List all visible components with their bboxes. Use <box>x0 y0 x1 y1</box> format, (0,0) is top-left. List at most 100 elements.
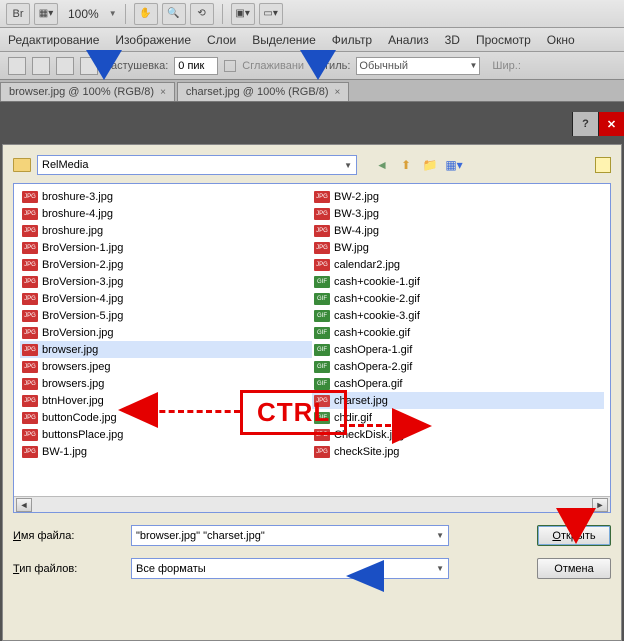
menu-image[interactable]: Изображение <box>115 33 191 47</box>
file-item[interactable]: GIFcash+cookie-1.gif <box>312 273 604 290</box>
file-item[interactable]: JPGCheckDisk.jpg <box>312 426 604 443</box>
menu-select[interactable]: Выделение <box>252 33 316 47</box>
filetype-select[interactable]: Все форматы▼ <box>131 558 449 579</box>
file-name: BW-2.jpg <box>334 191 379 203</box>
jpg-file-icon: JPG <box>22 225 38 237</box>
close-dialog-button[interactable]: ✕ <box>598 112 624 136</box>
file-item[interactable]: JPG BroVersion-2.jpg <box>20 256 312 273</box>
file-name: cash+cookie.gif <box>334 327 410 339</box>
view-menu-icon[interactable]: ▦▾ <box>445 156 463 174</box>
annotation-arrow-icon <box>556 508 596 544</box>
file-name: broshure-4.jpg <box>42 208 113 220</box>
annotation-arrow-icon <box>392 408 432 444</box>
file-item[interactable]: JPGBroVersion-5.jpg <box>20 307 312 324</box>
preview-toggle-icon[interactable] <box>595 157 611 173</box>
canvas-area: ? ✕ <box>0 102 624 144</box>
jpg-file-icon: JPG <box>22 293 38 305</box>
file-item[interactable]: JPGBW.jpg <box>312 239 604 256</box>
doc-tab-browser[interactable]: browser.jpg @ 100% (RGB/8) × <box>0 82 175 101</box>
folder-icon <box>13 158 31 172</box>
look-in-select[interactable]: RelMedia ▼ <box>37 155 357 175</box>
jpg-file-icon: JPG <box>22 310 38 322</box>
file-name: BroVersion-1.jpg <box>42 242 123 254</box>
jpg-file-icon: JPG <box>314 208 330 220</box>
file-item[interactable]: JPG broshure.jpg <box>20 222 312 239</box>
file-item[interactable]: JPGbroshure-4.jpg <box>20 205 312 222</box>
menu-view[interactable]: Просмотр <box>476 33 531 47</box>
file-item[interactable]: JPGcharset.jpg <box>312 392 604 409</box>
cancel-button[interactable]: Отмена <box>537 558 611 579</box>
arrange-button[interactable]: ▣▾ <box>231 3 255 25</box>
file-item[interactable]: JPGbrowsers.jpeg <box>20 358 312 375</box>
menu-edit[interactable]: Редактирование <box>8 33 99 47</box>
jpg-file-icon: JPG <box>22 412 38 424</box>
file-item[interactable]: GIFcashOpera-1.gif <box>312 341 604 358</box>
file-item[interactable]: GIFcash+cookie.gif <box>312 324 604 341</box>
jpg-file-icon: JPG <box>314 259 330 271</box>
feather-input[interactable] <box>174 57 218 75</box>
hand-tool-icon[interactable]: ✋ <box>134 3 158 25</box>
app-toolbar: Br ▦▾ 100% ▼ ✋ 🔍 ⟲ ▣▾ ▭▾ <box>0 0 624 28</box>
file-name: BroVersion-2.jpg <box>42 259 123 271</box>
style-select[interactable]: Обычный▼ <box>356 57 480 75</box>
help-button[interactable]: ? <box>572 112 598 136</box>
jpg-file-icon: JPG <box>22 395 38 407</box>
file-item[interactable]: JPGcheckSite.jpg <box>312 443 604 460</box>
file-name: broshure.jpg <box>42 225 103 237</box>
menu-layers[interactable]: Слои <box>207 33 236 47</box>
file-name: checkSite.jpg <box>334 446 399 458</box>
back-icon[interactable]: ◄ <box>373 156 391 174</box>
selection-new-icon[interactable] <box>8 57 26 75</box>
file-item[interactable]: JPGBW-3.jpg <box>312 205 604 222</box>
file-item[interactable]: JPGBW-4.jpg <box>312 222 604 239</box>
file-item[interactable]: JPG BW-2.jpg <box>312 188 604 205</box>
file-item[interactable]: JPGBroVersion-4.jpg <box>20 290 312 307</box>
jpg-file-icon: JPG <box>314 225 330 237</box>
bridge-button[interactable]: Br <box>6 3 30 25</box>
doc-tab-charset[interactable]: charset.jpg @ 100% (RGB/8) × <box>177 82 349 101</box>
file-name: calendar2.jpg <box>334 259 400 271</box>
file-item[interactable]: JPG calendar2.jpg <box>312 256 604 273</box>
zoom-tool-icon[interactable]: 🔍 <box>162 3 186 25</box>
menu-window[interactable]: Окно <box>547 33 575 47</box>
layout-button[interactable]: ▦▾ <box>34 3 58 25</box>
menu-bar: Редактирование Изображение Слои Выделени… <box>0 28 624 52</box>
selection-add-icon[interactable] <box>32 57 50 75</box>
antialias-checkbox[interactable] <box>224 60 236 72</box>
annotation-arrow-icon <box>86 50 122 80</box>
file-name: broshure-3.jpg <box>42 191 113 203</box>
close-icon[interactable]: × <box>335 87 341 98</box>
file-item[interactable]: GIFcashOpera.gif <box>312 375 604 392</box>
menu-filter[interactable]: Фильтр <box>332 33 372 47</box>
jpg-file-icon: JPG <box>22 242 38 254</box>
file-item[interactable]: JPGBW-1.jpg <box>20 443 312 460</box>
rotate-tool-icon[interactable]: ⟲ <box>190 3 214 25</box>
jpg-file-icon: JPG <box>22 259 38 271</box>
jpg-file-icon: JPG <box>314 242 330 254</box>
file-item[interactable]: GIFcash+cookie-3.gif <box>312 307 604 324</box>
file-name: browser.jpg <box>42 344 98 356</box>
zoom-level[interactable]: 100% <box>62 7 105 21</box>
up-icon[interactable]: ⬆ <box>397 156 415 174</box>
file-item[interactable]: JPG BroVersion-1.jpg <box>20 239 312 256</box>
screen-mode-button[interactable]: ▭▾ <box>259 3 283 25</box>
file-item[interactable]: JPGbrowser.jpg <box>20 341 312 358</box>
menu-3d[interactable]: 3D <box>445 33 460 47</box>
jpg-file-icon: JPG <box>314 191 330 203</box>
file-item[interactable]: JPGbroshure-3.jpg <box>20 188 312 205</box>
scroll-left-button[interactable]: ◄ <box>16 498 32 512</box>
file-name: btnHover.jpg <box>42 395 104 407</box>
annotation-dash-line <box>340 424 400 427</box>
close-icon[interactable]: × <box>160 87 166 98</box>
file-item[interactable]: GIFcashOpera-2.gif <box>312 358 604 375</box>
selection-sub-icon[interactable] <box>56 57 74 75</box>
file-item[interactable]: JPGBroVersion.jpg <box>20 324 312 341</box>
file-item[interactable]: JPGBroVersion-3.jpg <box>20 273 312 290</box>
annotation-dash-line <box>150 410 240 413</box>
filename-input[interactable]: "browser.jpg" "charset.jpg"▼ <box>131 525 449 546</box>
new-folder-icon[interactable]: 📁 <box>421 156 439 174</box>
gif-file-icon: GIF <box>314 361 330 373</box>
horizontal-scrollbar[interactable]: ◄ ► <box>14 496 610 512</box>
menu-analysis[interactable]: Анализ <box>388 33 429 47</box>
file-item[interactable]: GIFcash+cookie-2.gif <box>312 290 604 307</box>
